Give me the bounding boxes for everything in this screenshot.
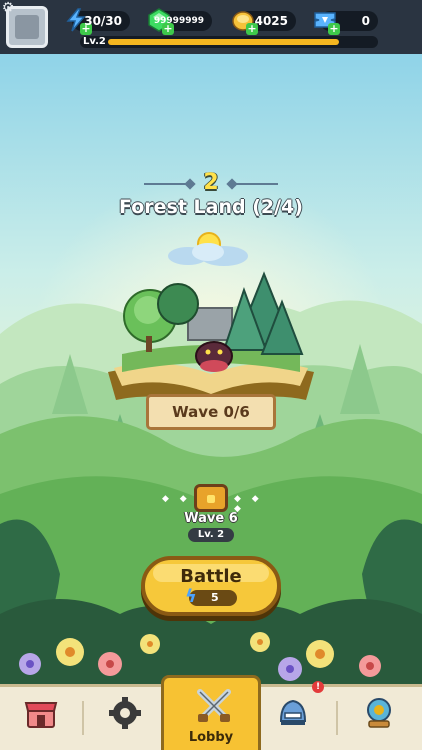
gold-counter[interactable]: + 4025 xyxy=(232,11,296,35)
nav-separator xyxy=(336,701,338,735)
battle-label: Battle xyxy=(180,566,242,587)
shop-icon xyxy=(24,702,58,728)
profile-gear-icon[interactable]: ⚙ xyxy=(0,0,16,16)
nav-shop[interactable] xyxy=(6,687,76,750)
nav-lobby[interactable]: Lobby xyxy=(161,675,261,750)
tickets-plus-icon[interactable]: + xyxy=(328,23,340,35)
stage-title: Forest Land (2/4) xyxy=(119,196,303,218)
crossed-swords-icon xyxy=(197,689,231,722)
tickets-counter[interactable]: + 0 xyxy=(314,11,378,35)
energy-cost-icon: ϟ xyxy=(185,586,197,607)
tickets-value: 0 xyxy=(361,14,370,28)
nav-lobby-label: Lobby xyxy=(188,730,234,745)
battle-button[interactable]: Battle ϟ 5 xyxy=(141,556,281,616)
energy-value: 30/30 xyxy=(84,14,122,28)
xp-bar: Lv.2 xyxy=(80,36,378,48)
nav-settings[interactable] xyxy=(90,687,160,750)
stage-scene: 2 Forest Land (2/4) Wave 0/6 ◆ ◆ ◆ ◆ ◆ ◆… xyxy=(0,54,422,684)
chest-wave-label: Wave 6 xyxy=(184,511,238,526)
wave-reward-chest[interactable]: ◆ ◆ ◆ ◆ ◆ ◆ Wave 6 Lv. 2 xyxy=(158,484,264,544)
gold-value: 4025 xyxy=(254,14,288,28)
boss-monster-icon xyxy=(195,341,233,372)
battle-cost: ϟ 5 xyxy=(185,586,237,607)
nav-heroes[interactable]: ! xyxy=(258,681,328,750)
xp-bar-fill xyxy=(108,39,339,45)
gems-value: 99999999 xyxy=(153,16,204,26)
helmet-icon xyxy=(279,699,307,725)
avatar-image xyxy=(15,15,39,39)
treasure-chest-icon xyxy=(194,484,228,512)
nav-separator xyxy=(82,701,84,735)
gems-counter[interactable]: + 99999999 xyxy=(148,8,212,35)
bottom-nav: Lobby ! xyxy=(0,675,422,750)
nav-dungeon[interactable] xyxy=(344,687,414,750)
wave-progress-banner: Wave 0/6 xyxy=(146,394,276,430)
stage-number: 2 xyxy=(203,170,219,195)
heroes-alert-badge: ! xyxy=(312,681,324,693)
energy-counter[interactable]: + 30/30 xyxy=(66,8,130,35)
battle-cost-value: 5 xyxy=(211,591,219,604)
player-level: Lv.2 xyxy=(83,36,106,47)
portal-icon xyxy=(367,698,391,728)
chest-level-label: Lv. 2 xyxy=(188,528,234,542)
top-bar: ⚙ + 30/30 + 99999999 + 4025 + 0 Lv.2 xyxy=(0,0,422,54)
gear-icon xyxy=(109,697,141,729)
